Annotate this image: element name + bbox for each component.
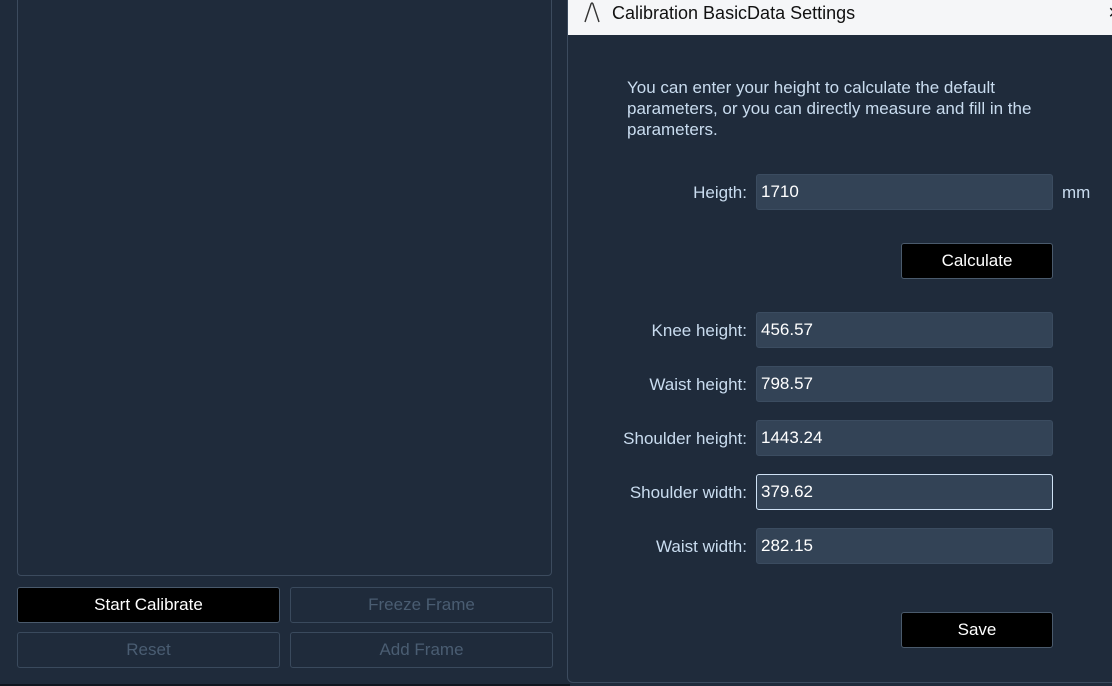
shoulder-width-input[interactable]: 379.62 (756, 474, 1053, 510)
calibration-settings-dialog: Calibration BasicData Settings × You can… (567, 0, 1112, 683)
waist-width-input[interactable]: 282.15 (756, 528, 1053, 564)
knee-height-label: Knee height: (651, 321, 747, 340)
calculate-button[interactable]: Calculate (901, 243, 1053, 279)
camera-preview-panel (17, 0, 552, 576)
height-label: Heigth: (693, 183, 747, 202)
shoulder-width-label: Shoulder width: (629, 483, 747, 502)
waist-height-input[interactable]: 798.57 (756, 366, 1053, 402)
height-unit: mm (1062, 183, 1091, 202)
app-window: Start Calibrate Freeze Frame Reset Add F… (0, 0, 1112, 686)
app-logo-icon (584, 2, 600, 23)
add-frame-button[interactable]: Add Frame (290, 632, 553, 668)
waist-height-label: Waist height: (649, 375, 747, 394)
height-input[interactable]: 1710 (756, 174, 1053, 210)
shoulder-height-label: Shoulder height: (623, 429, 747, 448)
start-calibrate-button[interactable]: Start Calibrate (17, 587, 280, 623)
reset-button[interactable]: Reset (17, 632, 280, 668)
dialog-title: Calibration BasicData Settings (612, 3, 856, 23)
dialog-titlebar[interactable]: Calibration BasicData Settings × (568, 0, 1112, 35)
intro-text: You can enter your height to calculate t… (627, 78, 1032, 139)
freeze-frame-button[interactable]: Freeze Frame (290, 587, 553, 623)
knee-height-input[interactable]: 456.57 (756, 312, 1053, 348)
save-button[interactable]: Save (901, 612, 1053, 648)
waist-width-label: Waist width: (655, 537, 747, 556)
shoulder-height-input[interactable]: 1443.24 (756, 420, 1053, 456)
close-icon[interactable]: × (1108, 2, 1112, 25)
